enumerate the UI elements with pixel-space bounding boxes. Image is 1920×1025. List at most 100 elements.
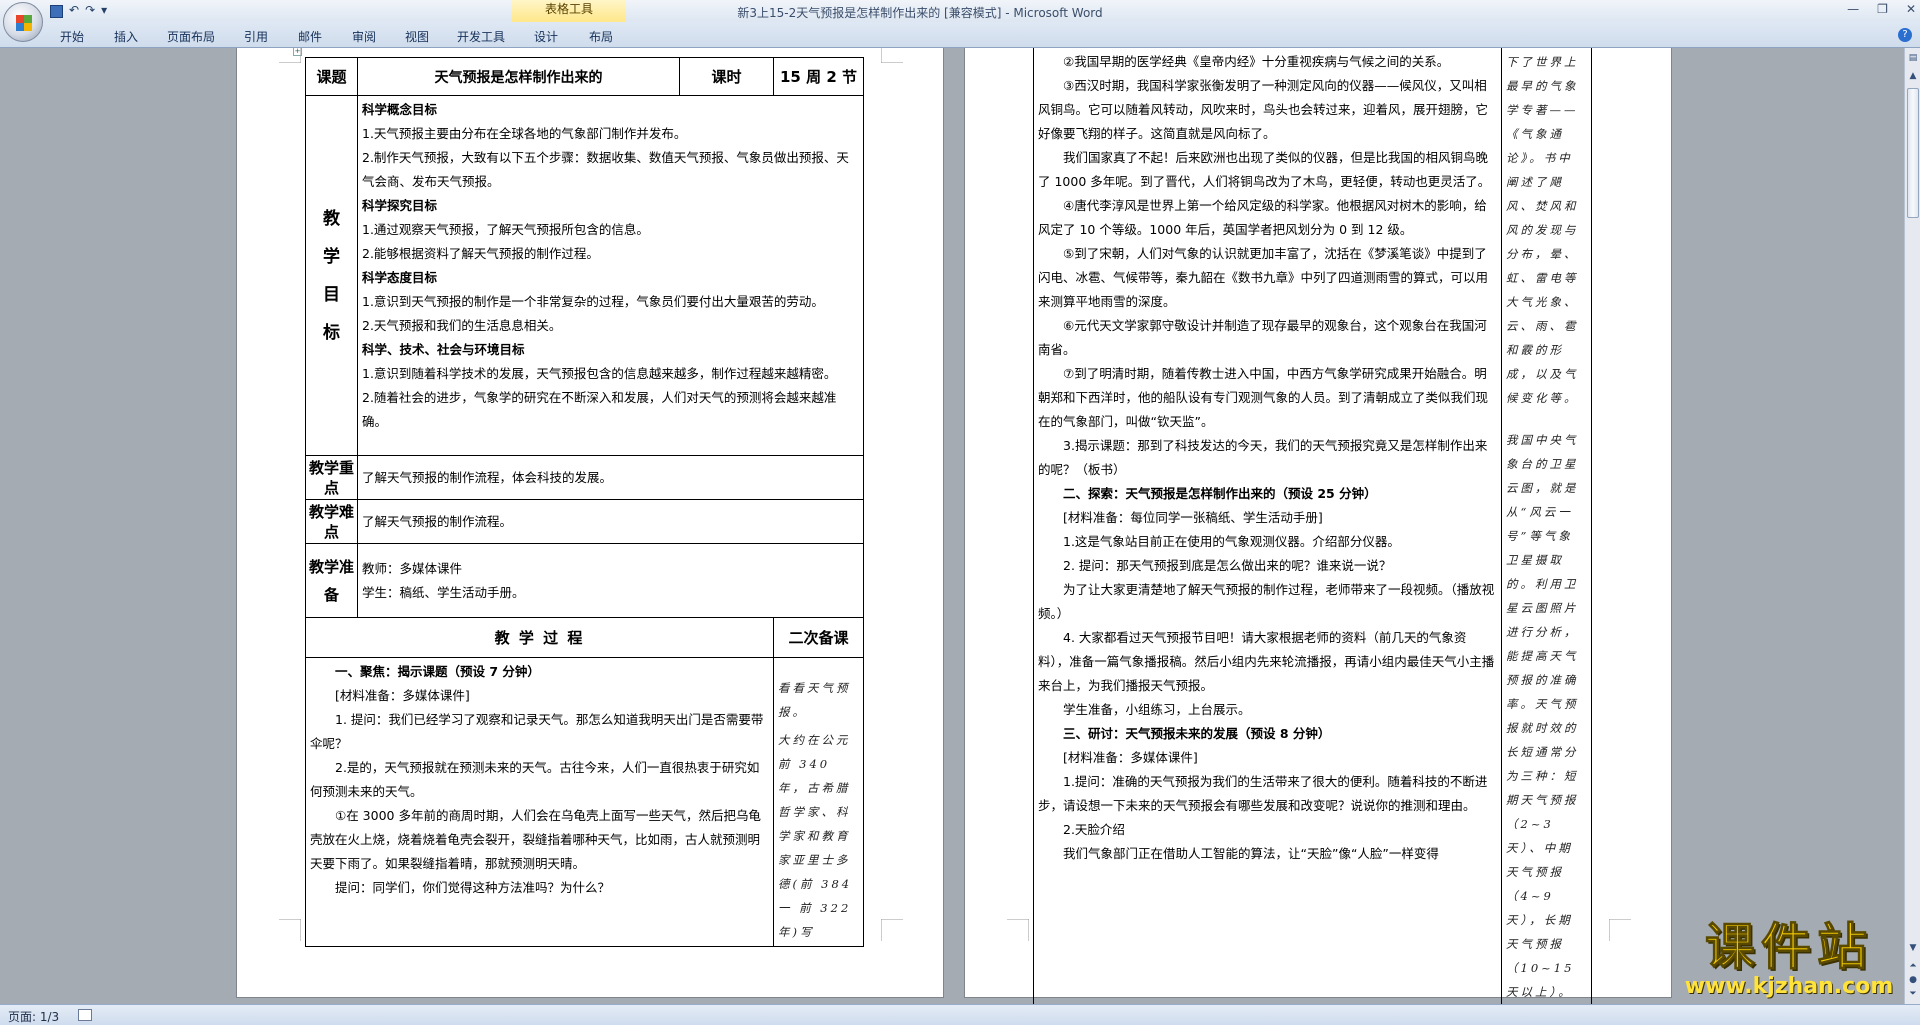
- paragraph: ⑦到了明清时期，随着传教士进入中国，中西方气象学研究成果开始融合。明朝郑和下西洋…: [1038, 366, 1489, 429]
- document-workspace[interactable]: + 课题 天气预报是怎样制作出来的 课时 15 周 2 节 教 学 目 标 科学…: [0, 48, 1904, 1004]
- scroll-up-icon[interactable]: ▲: [1907, 70, 1919, 82]
- tab-references[interactable]: 引用: [244, 28, 268, 45]
- key-point[interactable]: 了解天气预报的制作流程，体会科技的发展。: [357, 455, 864, 500]
- previous-page-icon[interactable]: ⏶: [1907, 960, 1919, 972]
- scrollbar-thumb[interactable]: [1907, 88, 1919, 218]
- side-note: 我国中央气象台的卫星云图，就是从“风云一号”等气象卫星摄取的。利用卫星云图照片进…: [1506, 433, 1579, 999]
- paragraph: 1.提问：准确的天气预报为我们的生活带来了很大的便利。随着科技的不断进步，请设想…: [1038, 774, 1488, 813]
- side-note: 下了世界上最早的气象学专著——《气象通论》。书中阐述了飓风、焚风和风的发现与分布…: [1506, 55, 1579, 405]
- paragraph: 1.意识到随着科学技术的发展，天气预报包含的信息越来越多，制作过程越来越精密。: [362, 366, 837, 381]
- customize-qat-icon[interactable]: ▾: [101, 3, 107, 18]
- process-text: 一、聚焦：揭示课题（预设 7 分钟） [材料准备：多媒体课件] 1. 提问：我们已经…: [310, 660, 769, 900]
- redo-icon[interactable]: ↷: [85, 3, 95, 18]
- table-row: 教 学 目 标 科学概念目标 1.天气预报主要由分布在全球各地的气象部门制作并发布…: [305, 95, 864, 456]
- table-row: 教学难点 了解天气预报的制作流程。: [305, 499, 864, 544]
- paragraph: 3.揭示课题：那到了科技发达的今天，我们的天气预报究竟又是怎样制作出来的呢？（板…: [1038, 438, 1488, 477]
- process-content[interactable]: 一、聚焦：揭示课题（预设 7 分钟） [材料准备：多媒体课件] 1. 提问：我们已经…: [305, 657, 774, 947]
- paragraph: 1.这是气象站目前正在使用的气象观测仪器。介绍部分仪器。: [1063, 534, 1400, 549]
- process-header: 教 学 过 程: [305, 617, 774, 658]
- table-row: 一、聚焦：揭示课题（预设 7 分钟） [材料准备：多媒体课件] 1. 提问：我们已经…: [305, 657, 864, 947]
- page-indicator[interactable]: 页面: 1/3: [8, 1008, 59, 1025]
- help-icon[interactable]: ?: [1898, 28, 1912, 42]
- paragraph: 2.能够根据资料了解天气预报的制作过程。: [362, 246, 599, 261]
- section-heading: 科学探究目标: [362, 198, 438, 213]
- table-row: 教学准备 教师：多媒体课件 学生：稿纸、学生活动手册。: [305, 543, 864, 618]
- tab-mailings[interactable]: 邮件: [298, 28, 322, 45]
- close-icon[interactable]: ✕: [1906, 2, 1916, 16]
- minimize-icon[interactable]: —: [1847, 2, 1859, 16]
- title-bar: ↶ ↷ ▾ 新3上15-2天气预报是怎样制作出来的 [兼容模式] - Micro…: [0, 0, 1920, 22]
- prep-content[interactable]: 教师：多媒体课件 学生：稿纸、学生活动手册。: [357, 543, 864, 618]
- lesson-plan-table-continued: ②我国早期的医学经典《皇帝内经》十分重视疾病与气候之间的关系。 ③西汉时期，我国科…: [1033, 48, 1592, 1004]
- section-heading: 三、研讨：天气预报未来的发展（预设 8 分钟）: [1063, 726, 1331, 741]
- paragraph: 我们气象部门正在借助人工智能的算法，让“天脸”像“人脸”一样变得: [1063, 846, 1439, 861]
- tab-view[interactable]: 视图: [405, 28, 429, 45]
- tab-layout[interactable]: 布局: [589, 28, 613, 45]
- proofing-icon[interactable]: [78, 1009, 92, 1021]
- paragraph: ⑤到了宋朝，人们对气象的认识就更加丰富了，沈括在《梦溪笔谈》中提到了闪电、冰雹、…: [1038, 246, 1489, 309]
- paragraph: 2. 提问：那天气预报到底是怎么做出来的呢？谁来说一说？: [1063, 558, 1392, 573]
- paragraph: 2.天脸介绍: [1063, 822, 1125, 837]
- section-heading: 二、探索：天气预报是怎样制作出来的（预设 25 分钟）: [1063, 486, 1377, 501]
- paragraph: 2.天气预报和我们的生活息息相关。: [362, 318, 562, 333]
- paragraph: 2.是的，天气预报就在预测未来的天气。古往今来，人们一直很热衷于研究如何预测未来…: [310, 760, 760, 799]
- site-watermark: 课件站 www.kjzhan.com: [1672, 918, 1906, 1000]
- ribbon-tab-bar: 开始 插入 页面布局 引用 邮件 审阅 视图 开发工具 设计 布局 ?: [0, 22, 1920, 48]
- goals-content[interactable]: 科学概念目标 1.天气预报主要由分布在全球各地的气象部门制作并发布。 2.制作天气预…: [357, 95, 864, 456]
- watermark-url: www.kjzhan.com: [1684, 974, 1894, 999]
- tab-insert[interactable]: 插入: [114, 28, 138, 45]
- tab-design[interactable]: 设计: [534, 28, 558, 45]
- paragraph: 1.天气预报主要由分布在全球各地的气象部门制作并发布。: [362, 126, 687, 141]
- difficulty[interactable]: 了解天气预报的制作流程。: [357, 499, 864, 544]
- tab-page-layout[interactable]: 页面布局: [167, 28, 215, 45]
- document-page-2[interactable]: ②我国早期的医学经典《皇帝内经》十分重视疾病与气候之间的关系。 ③西汉时期，我国科…: [964, 48, 1672, 1004]
- paragraph: 我们国家真了不起！后来欧洲也出现了类似的仪器，但是比我国的相风铜鸟晚了 1000…: [1038, 150, 1491, 189]
- paragraph: 为了让大家更清楚地了解天气预报的制作过程，老师带来了一段视频。（播放视频。）: [1038, 582, 1495, 621]
- save-icon[interactable]: [50, 5, 63, 18]
- tab-developer[interactable]: 开发工具: [457, 28, 505, 45]
- table-row: ②我国早期的医学经典《皇帝内经》十分重视疾病与气候之间的关系。 ③西汉时期，我国科…: [1033, 48, 1592, 1004]
- process-content-continued[interactable]: ②我国早期的医学经典《皇帝内经》十分重视疾病与气候之间的关系。 ③西汉时期，我国科…: [1033, 48, 1502, 1004]
- table-move-handle-icon[interactable]: +: [293, 48, 302, 56]
- prep-teacher: 教师：多媒体课件: [362, 560, 463, 576]
- quick-access-toolbar: ↶ ↷ ▾: [50, 3, 107, 18]
- period-value: 15 周 2 节: [773, 57, 864, 96]
- crop-mark-icon: [279, 919, 301, 941]
- paragraph: 提问：同学们，你们觉得这种方法准吗？为什么？: [335, 880, 611, 895]
- paragraph: 4. 大家都看过天气预报节目吧！请大家根据老师的资料（前几天的气象资料），准备一…: [1038, 630, 1495, 693]
- scroll-down-icon[interactable]: ▼: [1907, 942, 1919, 954]
- maximize-icon[interactable]: ❐: [1877, 2, 1888, 16]
- table-row: 教 学 过 程 二次备课: [305, 617, 864, 658]
- document-page-1[interactable]: + 课题 天气预报是怎样制作出来的 课时 15 周 2 节 教 学 目 标 科学…: [236, 48, 944, 998]
- tab-home[interactable]: 开始: [60, 28, 84, 45]
- paragraph: [材料准备：每位同学一张稿纸、学生活动手册]: [1063, 510, 1323, 525]
- goals-label-char: 目: [323, 284, 340, 305]
- next-page-icon[interactable]: ⏷: [1907, 988, 1919, 1000]
- side-note: 看看天气预报。: [778, 681, 851, 719]
- paragraph: 1.通过观察天气预报，了解天气预报所包含的信息。: [362, 222, 649, 237]
- crop-mark-icon: [881, 919, 903, 941]
- paragraph: 1.意识到天气预报的制作是一个非常复杂的过程，气象员们要付出大量艰苦的劳动。: [362, 294, 824, 309]
- prep-label: 教学准备: [305, 543, 358, 618]
- crop-mark-icon: [881, 48, 903, 63]
- lesson-topic: 天气预报是怎样制作出来的: [357, 57, 680, 96]
- vertical-scrollbar[interactable]: ▤ ▲ ▼ ⏶ ● ⏷: [1904, 48, 1920, 1004]
- goals-label-char: 标: [323, 322, 340, 343]
- lesson-plan-table: 课题 天气预报是怎样制作出来的 课时 15 周 2 节 教 学 目 标 科学概念…: [305, 57, 864, 947]
- period-label: 课时: [679, 57, 774, 96]
- window-title: 新3上15-2天气预报是怎样制作出来的 [兼容模式] - Microsoft W…: [737, 6, 1103, 20]
- undo-icon[interactable]: ↶: [69, 3, 79, 18]
- office-button[interactable]: [3, 2, 43, 42]
- key-point-label: 教学重点: [305, 455, 358, 500]
- goals-label: 教 学 目 标: [305, 95, 358, 456]
- browse-object-icon[interactable]: ●: [1907, 974, 1919, 986]
- watermark-logo-text: 课件站: [1705, 918, 1873, 977]
- ruler-toggle-icon[interactable]: ▤: [1907, 52, 1919, 64]
- tab-review[interactable]: 审阅: [352, 28, 376, 45]
- topic-label: 课题: [305, 57, 358, 96]
- second-prep-notes[interactable]: 看看天气预报。 大约在公元前 340 年，古希腊哲学家、科学家和教育家亚里士多德…: [773, 657, 864, 947]
- second-prep-notes-continued[interactable]: 下了世界上最早的气象学专著——《气象通论》。书中阐述了飓风、焚风和风的发现与分布…: [1501, 48, 1592, 1004]
- office-logo-icon: [16, 15, 32, 31]
- paragraph: ①在 3000 多年前的商周时期，人们会在乌龟壳上面写一些天气，然后把乌龟壳放在…: [310, 808, 761, 871]
- paragraph: [材料准备：多媒体课件]: [335, 688, 470, 703]
